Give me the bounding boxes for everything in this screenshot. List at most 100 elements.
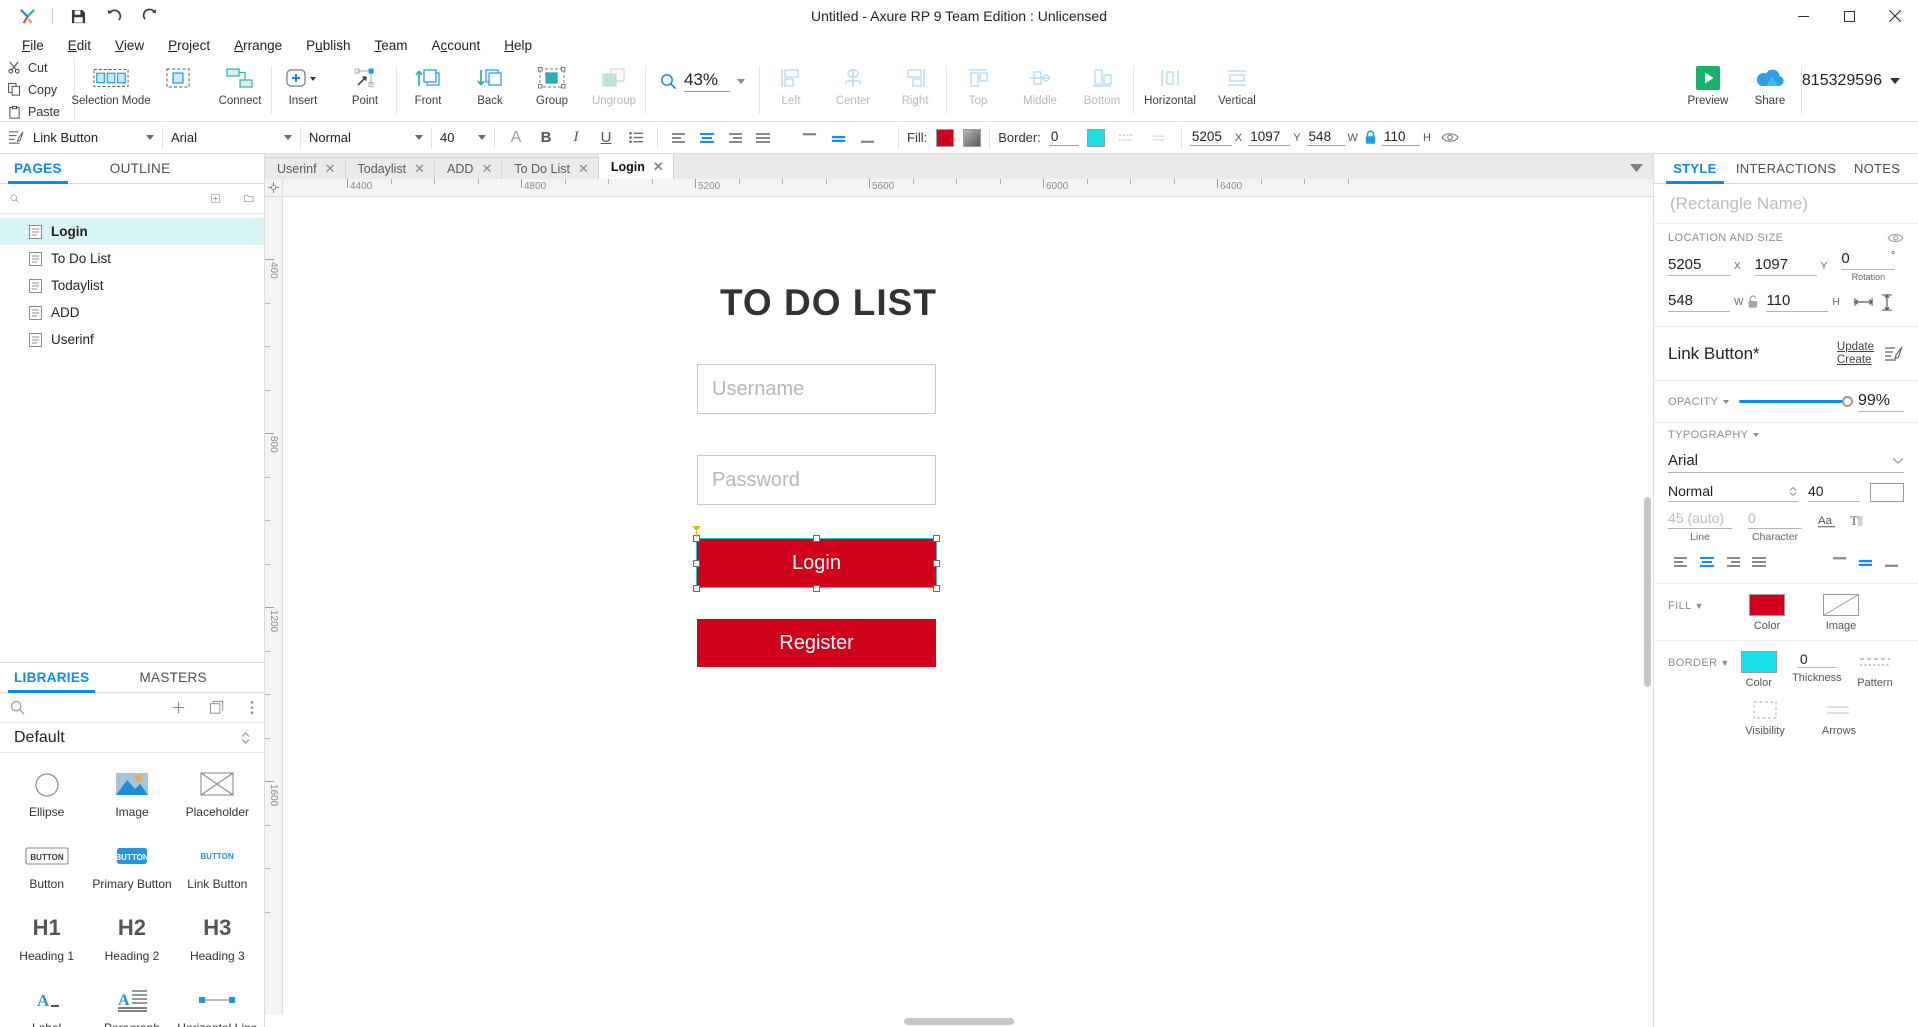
menu-edit[interactable]: Edit <box>56 35 103 56</box>
menu-help[interactable]: Help <box>492 35 544 56</box>
page-item-add[interactable]: ADD <box>0 299 264 326</box>
border-color-swatch[interactable] <box>1740 651 1777 673</box>
library-widget-ellipse[interactable]: Ellipse <box>4 759 89 831</box>
x-input[interactable]: 5205 <box>1668 256 1730 276</box>
widget-style-selector[interactable]: Link Button <box>0 122 162 154</box>
height-input[interactable]: 110 <box>1381 129 1420 146</box>
menu-project[interactable]: Project <box>156 35 222 56</box>
add-folder-icon[interactable] <box>244 191 254 206</box>
back-button[interactable]: Back <box>459 58 521 107</box>
panels-icon[interactable] <box>210 700 226 715</box>
redo-icon[interactable] <box>133 3 167 29</box>
add-page-icon[interactable] <box>211 191 220 206</box>
more-vertical-icon[interactable] <box>250 700 254 715</box>
border-arrows-button[interactable] <box>1147 126 1173 150</box>
design-canvas[interactable]: TO DO LIST Username Password Login Regis… <box>283 197 1653 1015</box>
search-icon[interactable] <box>10 191 19 206</box>
resize-handle-s[interactable] <box>813 585 820 592</box>
border-color-swatch[interactable] <box>1086 128 1105 147</box>
tab-overflow-button[interactable] <box>1630 161 1653 179</box>
tab-libraries[interactable]: LIBRARIES <box>0 663 103 693</box>
pages-search-input[interactable] <box>27 191 204 206</box>
resize-handle-ne[interactable] <box>933 535 940 542</box>
fit-width-icon[interactable] <box>1854 295 1873 309</box>
align-right-icon[interactable] <box>1720 551 1746 573</box>
bold-button[interactable]: B <box>533 126 559 150</box>
distribute-horizontal-button[interactable]: Horizontal <box>1134 58 1206 107</box>
menu-team[interactable]: Team <box>362 35 419 56</box>
front-button[interactable]: Front <box>397 58 459 107</box>
create-style-link[interactable]: Create <box>1837 354 1874 366</box>
library-widget-horizontal-line[interactable]: Horizontal Line <box>175 975 260 1027</box>
text-align-center-button[interactable] <box>694 126 720 150</box>
eye-icon[interactable] <box>1437 126 1463 150</box>
chevron-down-icon[interactable] <box>1723 399 1730 404</box>
library-widget-heading1[interactable]: H1 Heading 1 <box>4 903 89 975</box>
tab-pages[interactable]: PAGES <box>0 154 76 184</box>
canvas-tab-todolist[interactable]: To Do List ✕ <box>502 157 599 179</box>
zoom-value[interactable]: 43% <box>684 70 730 92</box>
close-icon[interactable]: ✕ <box>414 161 425 177</box>
fill-color-item[interactable]: Color <box>1730 594 1804 632</box>
canvas-password-field[interactable]: Password <box>697 455 936 505</box>
align-top-button[interactable]: Top <box>947 58 1009 107</box>
y-position-input[interactable]: 1097 <box>1248 129 1291 146</box>
fill-color-swatch[interactable] <box>1749 594 1785 616</box>
resize-handle-n[interactable] <box>813 535 820 542</box>
search-icon[interactable] <box>10 700 25 715</box>
border-color-item[interactable]: Color <box>1730 651 1788 689</box>
resize-handle-sw[interactable] <box>693 585 700 592</box>
fit-height-icon[interactable] <box>1880 293 1894 311</box>
valign-top-icon[interactable] <box>1826 551 1852 573</box>
tab-outline[interactable]: OUTLINE <box>76 154 185 183</box>
library-widget-label[interactable]: A Label <box>4 975 89 1027</box>
font-family-selector[interactable]: Arial <box>163 122 300 154</box>
menu-file[interactable]: File <box>10 35 56 56</box>
library-widget-heading3[interactable]: H3 Heading 3 <box>175 903 260 975</box>
align-bottom-button[interactable]: Bottom <box>1071 58 1133 107</box>
page-item-todolist[interactable]: To Do List <box>0 245 264 272</box>
zoom-control[interactable]: 43% <box>646 70 759 92</box>
chevron-down-icon[interactable] <box>737 78 745 84</box>
font-weight-selector[interactable]: Normal <box>301 122 431 154</box>
undo-icon[interactable] <box>97 3 131 29</box>
width-input[interactable]: 548 <box>1306 129 1345 146</box>
canvas-tab-add[interactable]: ADD ✕ <box>435 157 503 179</box>
maximize-button[interactable] <box>1826 0 1872 33</box>
align-justify-icon[interactable] <box>1746 551 1772 573</box>
resize-handle-se[interactable] <box>933 585 940 592</box>
selection-mode-alt-button[interactable] <box>147 58 209 107</box>
text-align-right-button[interactable] <box>722 126 748 150</box>
library-widget-link-button[interactable]: BUTTON Link Button <box>175 831 260 903</box>
group-button[interactable]: Group <box>521 58 583 107</box>
font-size-selector[interactable]: 40 <box>432 122 494 154</box>
typography-size-input[interactable]: 40 <box>1808 483 1860 502</box>
axure-logo-icon[interactable] <box>10 3 44 29</box>
account-menu[interactable]: 815329596 <box>1802 72 1918 90</box>
lock-open-icon[interactable] <box>1747 295 1759 309</box>
valign-bottom-button[interactable] <box>854 126 880 150</box>
typography-weight-select[interactable]: Normal <box>1668 483 1798 502</box>
line-spacing-field[interactable]: 45 (auto) Line <box>1668 510 1732 543</box>
page-item-todaylist[interactable]: Todaylist <box>0 272 264 299</box>
cut-button[interactable]: Cut <box>8 58 74 77</box>
tab-masters[interactable]: MASTERS <box>125 663 220 692</box>
selection-mode-button[interactable]: Selection Mode <box>71 58 151 107</box>
library-widget-image[interactable]: Image <box>89 759 174 831</box>
page-item-userinf[interactable]: Userinf <box>0 326 264 353</box>
text-align-justify-button[interactable] <box>750 126 776 150</box>
close-icon[interactable]: ✕ <box>481 161 492 177</box>
minimize-button[interactable] <box>1780 0 1826 33</box>
border-thickness-item[interactable]: 0 Thickness <box>1788 651 1846 684</box>
underline-button[interactable]: U <box>593 126 619 150</box>
italic-button[interactable]: I <box>563 126 589 150</box>
border-thickness-value[interactable]: 0 <box>1797 651 1836 668</box>
align-right-button[interactable]: Right <box>884 58 946 107</box>
resize-handle-e[interactable] <box>933 560 940 567</box>
point-button[interactable]: Point <box>334 58 396 107</box>
border-pattern-item[interactable]: Pattern <box>1846 651 1904 689</box>
fill-image-item[interactable]: Image <box>1804 594 1878 632</box>
distribute-vertical-button[interactable]: Vertical <box>1206 58 1268 107</box>
resize-handle-w[interactable] <box>693 560 700 567</box>
bullet-list-icon[interactable] <box>623 126 649 150</box>
